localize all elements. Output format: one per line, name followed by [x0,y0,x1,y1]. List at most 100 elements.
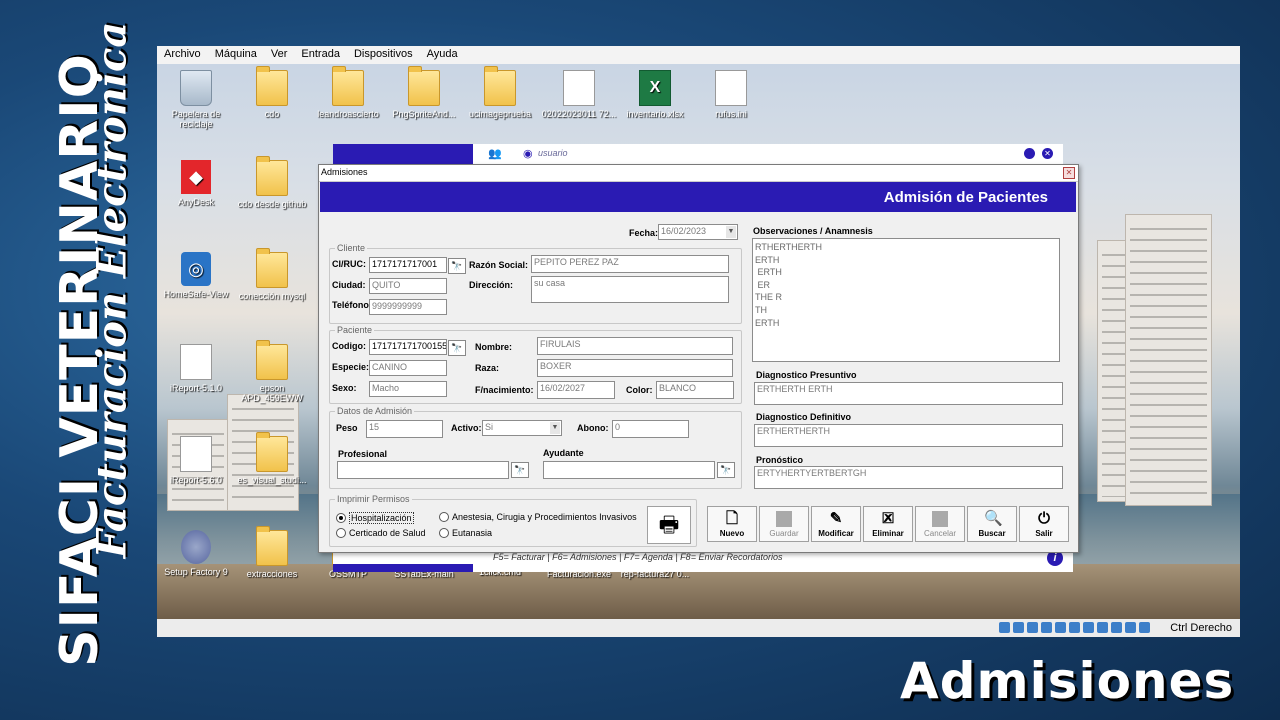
codigo-input[interactable]: 1717171717001551 [369,339,447,355]
desktop-icon[interactable]: Setup Factory 9 [158,530,234,577]
razon-social-input[interactable]: PEPITO PEREZ PAZ [531,255,729,273]
search-profesional-icon[interactable]: 🔭 [511,462,529,478]
sexo-label: Sexo: [332,383,357,393]
desktop-icon[interactable]: extracciones [234,526,310,579]
desktop-icon[interactable]: rufus.ini [693,70,769,119]
direccion-input[interactable]: su casa [531,276,729,303]
anydesk-icon: ◆ [181,160,211,194]
arrow-icon[interactable] [1139,622,1150,633]
dialog-close-button[interactable]: ✕ [1063,167,1075,179]
profesional-label: Profesional [338,449,388,459]
desktop-icon[interactable]: ucimageprueba [462,66,538,119]
desktop-icon[interactable]: cdo [234,66,310,119]
radio-certificado-salud[interactable]: Certicado de Salud [336,528,426,538]
search-paciente-icon[interactable]: 🔭 [448,340,466,356]
observaciones-textarea[interactable]: RTHERTHERTH ERTH ERTH ER THE R TH ERTH [752,238,1060,362]
audio-icon[interactable] [1027,622,1038,633]
sexo-input[interactable]: Macho [369,381,447,397]
menu-archivo[interactable]: Archivo [157,46,208,64]
hdd-icon[interactable] [999,622,1010,633]
desktop-icon[interactable]: leandroascierto [310,66,386,119]
fecha-picker[interactable]: 16/02/2023 ▼ [658,224,738,240]
cpu-icon[interactable] [1111,622,1122,633]
observaciones-label: Observaciones / Anamnesis [753,226,873,236]
cd-icon[interactable] [1013,622,1024,633]
desktop-icon[interactable]: epson APD_459EWW [234,340,310,403]
desktop-icon[interactable]: 02022023011 72... [541,70,617,119]
ciruc-input[interactable]: 1717171717001 [369,257,447,273]
radio-eutanasia[interactable]: Eutanasia [439,528,492,538]
recording-icon[interactable] [1097,622,1108,633]
menu-ver[interactable]: Ver [264,46,295,64]
desktop-icon[interactable]: cdo desde github [234,156,310,209]
recycle-bin-icon [180,70,212,106]
search-ayudante-icon[interactable]: 🔭 [717,462,735,478]
pronostico-input[interactable]: ERTYHERTYERTBERTGH [754,466,1063,489]
search-cliente-icon[interactable]: 🔭 [448,258,466,274]
definitivo-input[interactable]: ERTHERTHERTH [754,424,1063,447]
peso-input[interactable]: 15 [366,420,443,438]
menu-entrada[interactable]: Entrada [294,46,347,64]
folder-icon [256,526,288,566]
shared-folder-icon[interactable] [1069,622,1080,633]
virtual-machine-window: Archivo Máquina Ver Entrada Dispositivos… [157,46,1240,637]
salir-button[interactable]: ⏻ Salir [1019,506,1069,542]
desktop-icon[interactable]: iReport-5.1.0 [158,344,234,393]
activo-select[interactable]: Si ▼ [482,420,562,436]
display-icon[interactable] [1083,622,1094,633]
print-button[interactable]: 🖶 [647,506,691,544]
dialog-heading: Admisión de Pacientes [883,189,1048,206]
menu-dispositivos[interactable]: Dispositivos [347,46,420,64]
telefono-input[interactable]: 9999999999 [369,299,447,315]
presuntivo-input[interactable]: ERTHERTH ERTH [754,382,1063,405]
raza-input[interactable]: BOXER [537,359,733,377]
shortcut-hints: F5= Facturar | F6= Admisiones | F7= Agen… [493,552,783,562]
printer-icon: 🖶 [658,512,680,537]
vm-status-bar: Ctrl Derecho [157,619,1240,637]
usb-icon[interactable] [1055,622,1066,633]
color-input[interactable]: BLANCO [656,381,734,399]
ayudante-input[interactable] [543,461,715,479]
desktop-icon[interactable]: PngSpriteAnd... [386,66,462,119]
radio-hospitalizacion[interactable]: Hospitalización [336,512,414,524]
profesional-input[interactable] [337,461,509,479]
settings-icon[interactable] [1024,148,1035,159]
desktop-icon[interactable]: es_visual_studi... [234,432,310,485]
menu-ayuda[interactable]: Ayuda [420,46,465,64]
nuevo-button[interactable]: 🗋 Nuevo [707,506,757,542]
radio-anestesia[interactable]: Anestesia, Cirugia y Procedimientos Inva… [439,512,637,522]
desktop-icon[interactable]: ◆ AnyDesk [158,160,234,207]
radio-dot [439,512,449,522]
nombre-input[interactable]: FIRULAIS [537,337,733,355]
desktop-icon[interactable]: Xinventario.xlsx [617,70,693,119]
desktop-icon[interactable]: iReport-5.6.0 [158,436,234,485]
observaciones-line: THE R [755,292,782,303]
ciudad-input[interactable]: QUITO [369,278,447,294]
especie-input[interactable]: CANINO [369,360,447,376]
observaciones-line: ER [755,279,771,290]
close-icon[interactable]: ✕ [1042,148,1053,159]
observaciones-line: ERTH [755,317,780,328]
eliminar-button[interactable]: 🗷 Eliminar [863,506,913,542]
desktop-icon[interactable]: Papelera de reciclaje [158,70,234,129]
dialog-title-bar: Admisiones ✕ [319,165,1078,182]
users-icon[interactable]: 👥 [488,147,502,160]
vm-device-icons [999,622,1150,633]
guardar-button[interactable]: Guardar [759,506,809,542]
search-icon: 🔍 [984,510,1003,527]
abono-input[interactable]: 0 [612,420,689,438]
network-icon[interactable] [1041,622,1052,633]
cliente-legend: Cliente [335,243,368,253]
cancelar-button[interactable]: Cancelar [915,506,965,542]
mouse-integration-icon[interactable] [1125,622,1136,633]
buscar-button[interactable]: 🔍 Buscar [967,506,1017,542]
modificar-button[interactable]: ✎ Modificar [811,506,861,542]
nacimiento-input[interactable]: 16/02/2027 [537,381,615,399]
menu-maquina[interactable]: Máquina [208,46,264,64]
desktop-icon[interactable]: conección mysql [234,248,310,301]
desktop-icon[interactable]: ◎ HomeSafe-View [158,252,234,299]
observaciones-line: ERTH [755,254,780,265]
video-caption: Admisiones [900,652,1235,710]
pronostico-label: Pronóstico [756,455,804,465]
document-icon [563,70,595,106]
